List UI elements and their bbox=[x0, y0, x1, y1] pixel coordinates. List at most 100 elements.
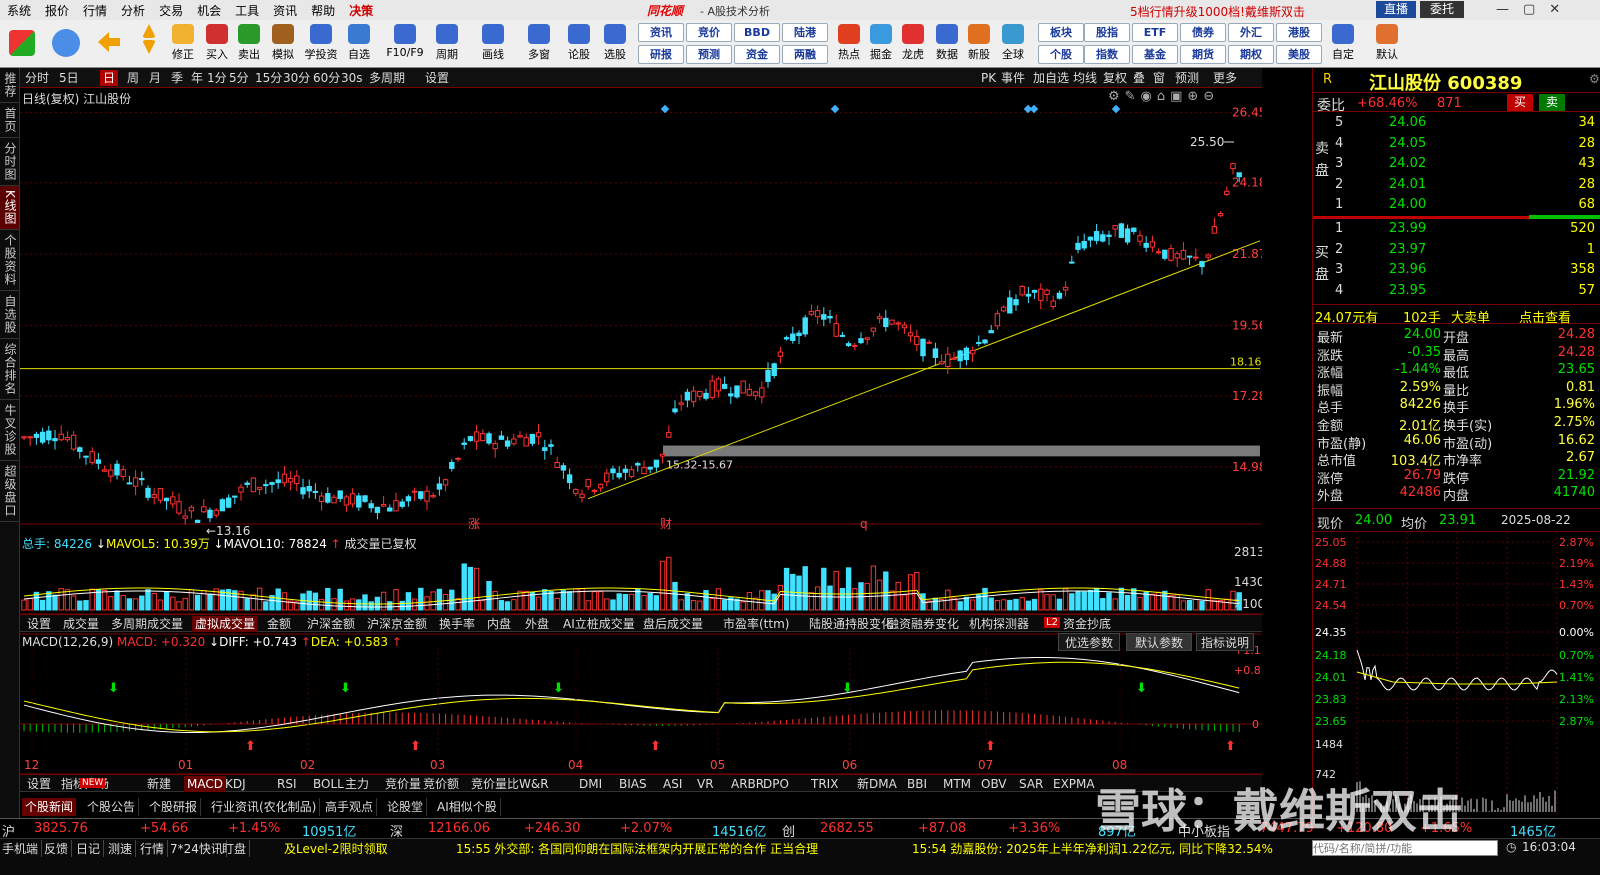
menu-item-2[interactable]: 行情 bbox=[76, 2, 114, 19]
bottom-item-3[interactable]: 测速 bbox=[108, 840, 137, 857]
period-tab-3[interactable]: 周 bbox=[124, 70, 142, 86]
indicator-tab-9[interactable]: 竞价额 bbox=[420, 776, 462, 792]
volume-tab-10[interactable]: AI立桩成交量 bbox=[560, 616, 638, 632]
promo-link[interactable]: 5档行情升级1000档! bbox=[1130, 3, 1245, 20]
volume-tab-4[interactable]: 金额 bbox=[264, 616, 294, 632]
ask-row-1[interactable]: 4 24.05 28 bbox=[1313, 136, 1600, 154]
bid-row-1[interactable]: 2 23.97 1 bbox=[1313, 242, 1600, 260]
toolbar-btn-3[interactable]: 模拟 bbox=[266, 22, 300, 66]
pill-top-0[interactable]: 资讯 bbox=[638, 23, 684, 42]
settings-icon[interactable]: ⚙ bbox=[1589, 72, 1600, 86]
leftnav-item-6[interactable]: 综合排名 bbox=[0, 339, 19, 400]
volume-tab-8[interactable]: 内盘 bbox=[484, 616, 514, 632]
news-tab-1[interactable]: 个股公告 bbox=[84, 798, 140, 816]
indicator-tab-7[interactable]: 主力 bbox=[342, 776, 372, 792]
toolbar-btn-12[interactable]: 热点 bbox=[832, 22, 866, 66]
menu-item-0[interactable]: 系统 bbox=[0, 2, 38, 19]
pill-bottom-0[interactable]: 研报 bbox=[638, 45, 684, 64]
indicator-tab-8[interactable]: 竞价量 bbox=[382, 776, 424, 792]
chart-tool-7[interactable]: 预测 bbox=[1172, 70, 1202, 86]
menu-item-5[interactable]: 机会 bbox=[190, 2, 228, 19]
ask-row-4[interactable]: 1 24.00 68 bbox=[1313, 197, 1600, 215]
indicator-tab-13[interactable]: BIAS bbox=[616, 776, 650, 792]
indicator-tab-19[interactable]: 新DMA bbox=[854, 776, 900, 792]
toolbar-btn-0[interactable]: 修正 bbox=[166, 22, 200, 66]
menu-item-4[interactable]: 交易 bbox=[152, 2, 190, 19]
logo-icon[interactable] bbox=[4, 22, 40, 66]
big-order-link[interactable]: 点击查看 bbox=[1519, 307, 1571, 326]
macd-btn-0[interactable]: 优选参数 bbox=[1058, 633, 1120, 651]
news-tab-6[interactable]: AI相似个股 bbox=[434, 798, 501, 816]
buy-button[interactable]: 买 bbox=[1507, 94, 1533, 111]
volume-tab-16[interactable]: 资金抄底 bbox=[1060, 616, 1114, 632]
order-button[interactable]: 委托 bbox=[1420, 1, 1464, 18]
toolbar-btn-14[interactable]: 龙虎 bbox=[896, 22, 930, 66]
leftnav-item-1[interactable]: 首页 bbox=[0, 103, 19, 138]
chart-tool-icons[interactable]: ⚙✎◉⌂▣⊕⊖ bbox=[1108, 89, 1219, 104]
volume-tab-1[interactable]: 成交量 bbox=[60, 616, 102, 632]
news-tab-5[interactable]: 论股堂 bbox=[384, 798, 428, 816]
indicator-tab-15[interactable]: VR bbox=[694, 776, 717, 792]
indicator-tab-22[interactable]: OBV bbox=[978, 776, 1010, 792]
toolbar-btn-11[interactable]: 选股 bbox=[598, 22, 632, 66]
period-tab-2[interactable]: 日 bbox=[100, 70, 119, 86]
news-ticker-1[interactable]: 15:55 外交部: 各国同仰朗在国际法框架内开展正常的合作 正当合理 bbox=[456, 840, 818, 857]
level2-link[interactable]: 及Level-2限时领取 bbox=[284, 840, 388, 857]
indicator-tab-11[interactable]: W&R bbox=[516, 776, 552, 792]
toolbar-btn-16[interactable]: 新股 bbox=[962, 22, 996, 66]
period-tab-1[interactable]: 5日 bbox=[56, 70, 82, 86]
period-tab-10[interactable]: 30分 bbox=[280, 70, 313, 86]
chart-tool-3[interactable]: 均线 bbox=[1070, 70, 1100, 86]
sell-button[interactable]: 卖 bbox=[1539, 94, 1565, 111]
menu-item-6[interactable]: 工具 bbox=[228, 2, 266, 19]
live-button[interactable]: 直播 bbox=[1376, 1, 1416, 18]
chart-tool-8[interactable]: 更多 bbox=[1210, 70, 1240, 86]
volume-tab-0[interactable]: 设置 bbox=[24, 616, 54, 632]
period-tab-13[interactable]: 多周期 bbox=[366, 70, 408, 86]
menu-item-1[interactable]: 报价 bbox=[38, 2, 76, 19]
menu-item-3[interactable]: 分析 bbox=[114, 2, 152, 19]
bottom-item-1[interactable]: 反馈 bbox=[44, 840, 73, 857]
indicator-tab-2[interactable]: 新建 bbox=[144, 776, 174, 792]
toolbar-btn-18[interactable]: 自定 bbox=[1326, 22, 1360, 66]
back-icon[interactable] bbox=[94, 22, 124, 66]
bottom-item-6[interactable]: 盯盘 bbox=[222, 840, 251, 857]
volume-tab-11[interactable]: 盘后成交量 bbox=[640, 616, 706, 632]
toolbar-btn-15[interactable]: 数据 bbox=[930, 22, 964, 66]
big-order-row[interactable]: 24.07元有 102手 大卖单 点击查看 bbox=[1313, 304, 1600, 326]
ask-row-3[interactable]: 2 24.01 28 bbox=[1313, 177, 1600, 195]
indicator-tab-3[interactable]: MACD bbox=[184, 776, 226, 792]
chart-tool-5[interactable]: 叠 bbox=[1130, 70, 1148, 86]
leftnav-item-2[interactable]: 分时图 bbox=[0, 138, 19, 186]
pill-bottom-7[interactable]: 期货 bbox=[1180, 45, 1226, 64]
bottom-item-5[interactable]: 7*24快讯 bbox=[170, 840, 227, 857]
toolbar-btn-1[interactable]: 买入 bbox=[200, 22, 234, 66]
volume-tab-13[interactable]: 陆股通持股变化 bbox=[806, 616, 896, 632]
volume-tab-14[interactable]: 融资融券变化 bbox=[884, 616, 962, 632]
leftnav-item-0[interactable]: 推荐 bbox=[0, 68, 19, 103]
bid-row-2[interactable]: 3 23.96 358 bbox=[1313, 262, 1600, 280]
window-controls[interactable]: —▢✕ bbox=[1496, 2, 1596, 17]
leftnav-item-5[interactable]: 自选股 bbox=[0, 291, 19, 339]
volume-tab-3[interactable]: 虚拟成交量 bbox=[192, 616, 259, 632]
period-tab-5[interactable]: 季 bbox=[168, 70, 186, 86]
volume-tab-15[interactable]: 机构探测器 bbox=[966, 616, 1032, 632]
toolbar-btn-10[interactable]: 论股 bbox=[562, 22, 596, 66]
indicator-tab-10[interactable]: 竞价量比 bbox=[468, 776, 522, 792]
toolbar-btn-2[interactable]: 卖出 bbox=[232, 22, 266, 66]
period-tab-12[interactable]: 30s bbox=[338, 70, 366, 86]
news-tab-2[interactable]: 个股研报 bbox=[146, 798, 202, 816]
chart-tool-2[interactable]: 加自选 bbox=[1030, 70, 1072, 86]
pill-top-7[interactable]: 债券 bbox=[1180, 23, 1226, 42]
kline-chart[interactable]: 26.4524.1821.8719.5617.2814.9815.32-15.6… bbox=[20, 88, 1262, 830]
pill-bottom-3[interactable]: 两融 bbox=[782, 45, 828, 64]
indicator-tab-21[interactable]: MTM bbox=[940, 776, 974, 792]
toolbar-btn-7[interactable]: 周期 bbox=[430, 22, 464, 66]
pill-bottom-8[interactable]: 期权 bbox=[1228, 45, 1274, 64]
leftnav-item-8[interactable]: 超级盘口 bbox=[0, 461, 19, 522]
menu-item-7[interactable]: 资讯 bbox=[266, 2, 304, 19]
volume-tab-5[interactable]: 沪深金额 bbox=[304, 616, 358, 632]
leftnav-item-7[interactable]: 牛叉诊股 bbox=[0, 400, 19, 461]
chart-tool-1[interactable]: 事件 bbox=[998, 70, 1028, 86]
volume-tab-6[interactable]: 沪深京金额 bbox=[364, 616, 430, 632]
